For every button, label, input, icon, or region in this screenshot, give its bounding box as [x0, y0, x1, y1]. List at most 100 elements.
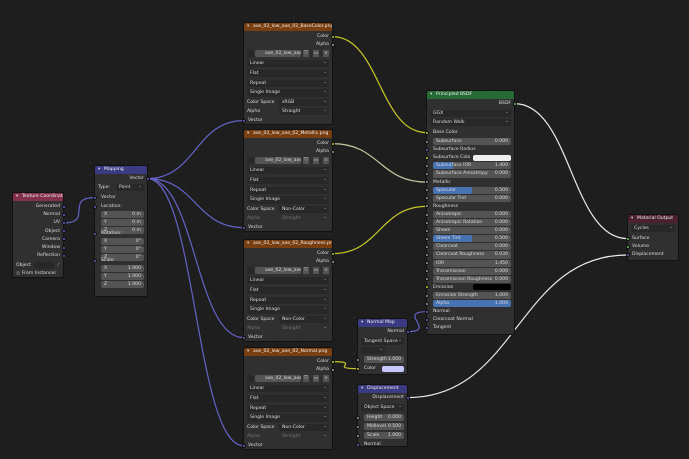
image-selector[interactable]: axe_02_low_axe_0...⛉ ▭ × [247, 157, 329, 165]
uv-map-field[interactable] [361, 346, 385, 355]
vector-input-socket[interactable] [241, 118, 246, 123]
height-input-socket[interactable] [355, 415, 360, 420]
output-socket-reflection[interactable] [61, 253, 66, 258]
image-selector[interactable]: axe_02_low_axe_0...⛉ ▭ × [247, 267, 329, 275]
image-browse-icon[interactable] [247, 375, 254, 383]
sheen-field[interactable]: Sheen 0.000 [433, 227, 511, 235]
clearcoat-roughness-field[interactable]: Clearcoat Roughness 0.030 [433, 251, 511, 259]
color-space-dropdown[interactable]: Non-Color [279, 205, 329, 214]
alpha-socket[interactable] [424, 301, 429, 306]
color-input-socket[interactable] [355, 366, 360, 371]
normal-socket[interactable] [424, 309, 429, 314]
specular-socket[interactable] [424, 188, 429, 193]
image-name-field[interactable]: axe_02_low_axe_0... [255, 375, 301, 383]
output-socket-object[interactable] [61, 229, 66, 234]
material-output-header[interactable]: Material Output [628, 215, 678, 223]
color-swatch[interactable] [382, 365, 404, 372]
location-x-field[interactable]: X 0 m [101, 211, 144, 219]
location-y-field[interactable]: Y 0 m [101, 218, 144, 226]
subsurface-method-dropdown[interactable]: Random Walk [430, 118, 511, 127]
scale-input-socket[interactable] [92, 258, 97, 263]
close-icon[interactable]: × [323, 157, 329, 165]
ior-socket[interactable] [424, 261, 429, 266]
folder-icon[interactable]: ▭ [313, 267, 319, 275]
checkbox-icon[interactable] [16, 270, 20, 275]
base-color-socket[interactable] [424, 130, 429, 135]
image-selector[interactable]: axe_02_low_axe_0...⛉ ▭ × [247, 50, 329, 58]
texture-coordinate-header[interactable]: Texture Coordinate [13, 193, 63, 201]
vector-input-socket[interactable] [241, 335, 246, 340]
color-space-dropdown[interactable]: sRGB [279, 98, 329, 107]
sheen-tint-socket[interactable] [424, 236, 429, 241]
extension-dropdown[interactable]: Repeat [247, 404, 329, 412]
eyedropper-icon[interactable]: ⟋ [57, 262, 60, 269]
image-texture-header[interactable]: axe_02_low_axe_02_Roughness.png [244, 240, 332, 248]
emission-socket[interactable] [424, 285, 429, 290]
interpolation-dropdown[interactable]: Linear [247, 59, 329, 68]
image-name-field[interactable]: axe_02_low_axe_0... [255, 157, 301, 165]
clearcoat-field[interactable]: Clearcoat 0.000 [433, 243, 511, 251]
source-dropdown[interactable]: Single Image [247, 413, 329, 422]
subsurface-socket[interactable] [424, 139, 429, 144]
extension-dropdown[interactable]: Repeat [247, 186, 329, 194]
transmission-field[interactable]: Transmission 0.000 [433, 267, 511, 275]
image-name-field[interactable]: axe_02_low_axe_0... [255, 267, 301, 275]
image-texture-roughness-node[interactable]: axe_02_low_axe_02_Roughness.png Color Alp… [241, 239, 335, 342]
midlevel-input-socket[interactable] [355, 424, 360, 429]
folder-icon[interactable]: ▭ [313, 157, 319, 165]
object-picker[interactable] [34, 262, 54, 270]
image-texture-metallic-node[interactable]: axe_02_low_axe_02_Metallic.png Color Alph… [241, 129, 335, 232]
normal-output-socket[interactable] [405, 329, 410, 334]
rotation-y-field[interactable]: Y 0° [101, 245, 144, 253]
transmission-roughness-field[interactable]: Transmission Roughness 0.000 [433, 275, 511, 283]
alpha-output-socket[interactable] [330, 149, 335, 154]
transmission-roughness-socket[interactable] [424, 277, 429, 282]
vector-input-socket[interactable] [241, 443, 246, 448]
tangent-socket[interactable] [424, 325, 429, 330]
midlevel-field[interactable]: Midlevel 0.500 [364, 423, 404, 431]
anisotropic-rotation-field[interactable]: Anisotropic Rotation 0.000 [433, 219, 511, 227]
folder-icon[interactable]: ▭ [313, 50, 319, 58]
mapping-header[interactable]: Mapping [95, 166, 147, 174]
specular-tint-field[interactable]: Specular Tint 0.000 [433, 194, 511, 202]
output-socket-camera[interactable] [61, 237, 66, 242]
subsurface-radius-socket[interactable] [424, 147, 429, 152]
close-icon[interactable]: × [323, 267, 329, 275]
extension-dropdown[interactable]: Repeat [247, 79, 329, 87]
scale-x-field[interactable]: X 1.000 [101, 265, 144, 273]
image-name-field[interactable]: axe_02_low_axe_0... [255, 50, 301, 58]
rotation-input-socket[interactable] [92, 231, 97, 236]
interpolation-dropdown[interactable]: Linear [247, 276, 329, 285]
output-socket-uv[interactable] [61, 221, 66, 225]
color-output-socket[interactable] [330, 141, 335, 146]
vector-input-socket[interactable] [241, 225, 246, 230]
subsurface-field[interactable]: Subsurface 0.000 [433, 138, 511, 146]
principled-bsdf-node[interactable]: Principled BSDF BSDF GGX Random Walk Base C… [424, 90, 517, 335]
color-output-socket[interactable] [330, 251, 335, 256]
input-displacement-socket[interactable] [625, 253, 630, 257]
location-input-socket[interactable] [92, 204, 97, 209]
source-dropdown[interactable]: Single Image [247, 88, 329, 97]
source-dropdown[interactable]: Single Image [247, 305, 329, 314]
subsurface-ior-socket[interactable] [424, 163, 429, 168]
close-icon[interactable]: × [323, 375, 329, 383]
shield-icon[interactable]: ⛉ [303, 375, 309, 383]
subsurface-anisotropy-field[interactable]: Subsurface Anisotropy 0.000 [433, 170, 511, 178]
bsdf-output-socket[interactable] [512, 101, 517, 106]
type-dropdown[interactable]: Point [116, 183, 144, 192]
metallic-socket[interactable] [424, 180, 429, 185]
output-socket-normal[interactable] [61, 212, 66, 217]
output-socket-generated[interactable] [61, 204, 66, 209]
normal-input-socket[interactable] [355, 442, 360, 447]
specular-field[interactable]: Specular 0.500 [433, 186, 511, 194]
specular-tint-socket[interactable] [424, 196, 429, 201]
subsurface-anisotropy-socket[interactable] [424, 172, 429, 176]
image-texture-header[interactable]: axe_02_low_axe_02_BaseColor.png [244, 23, 332, 31]
image-texture-header[interactable]: axe_02_low_axe_02_Normal.png [244, 348, 332, 356]
clearcoat-socket[interactable] [424, 244, 429, 249]
alpha-output-socket[interactable] [330, 42, 335, 47]
interpolation-dropdown[interactable]: Linear [247, 166, 329, 175]
sheen-tint-field[interactable]: Sheen Tint 0.500 [433, 235, 511, 243]
displacement-node[interactable]: Displacement Displacement Object Space Hei… [355, 384, 410, 447]
alpha-mode-dropdown[interactable]: Straight [279, 214, 329, 222]
